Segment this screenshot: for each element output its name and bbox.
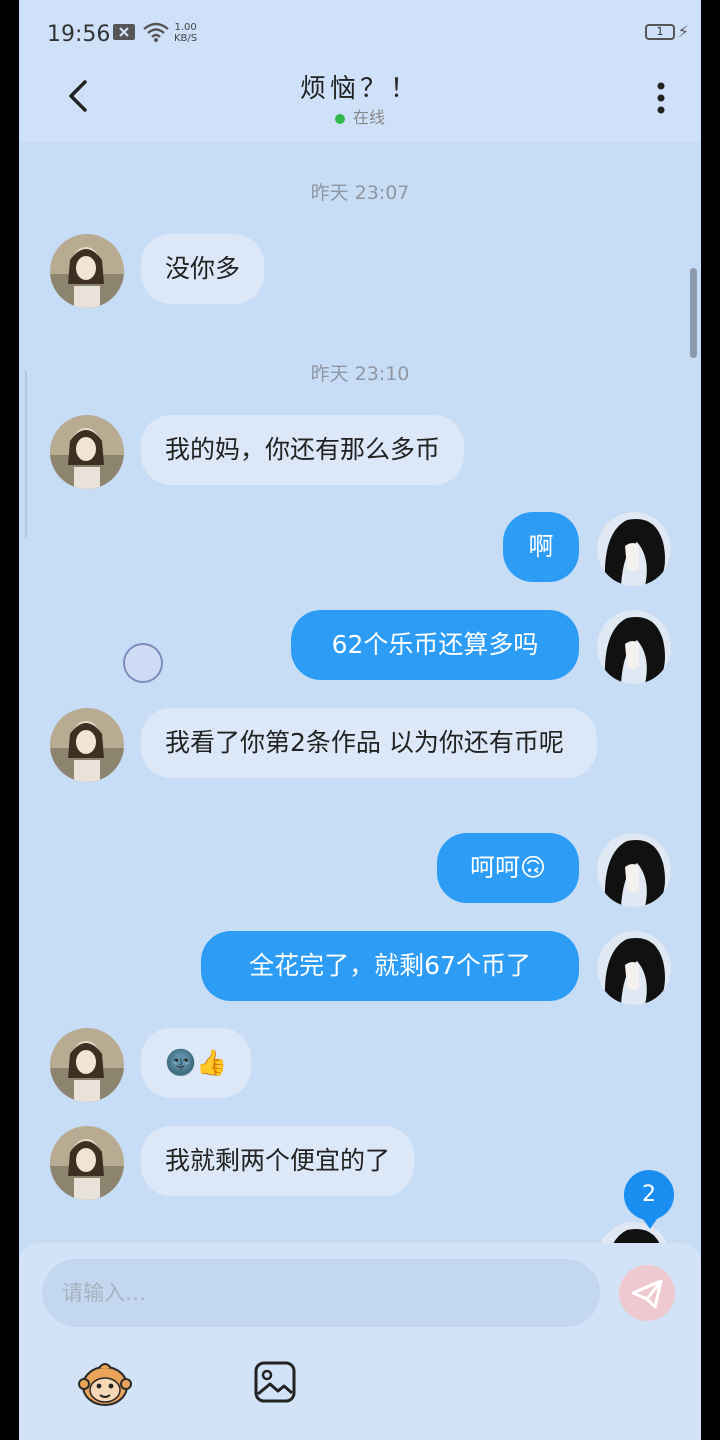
message-input[interactable] [42,1259,600,1327]
notification-x-icon [113,24,135,40]
message-out[interactable]: 呵呵🙃 [437,833,579,903]
online-status: 在线 [19,104,701,128]
monkey-emoji-icon [78,1363,132,1406]
my-avatar[interactable] [597,610,671,684]
more-icon[interactable] [651,78,671,118]
chat-screen: 19:56 1.00 KB/S 1 ⚡ 烦恼？！ 在线 昨天 23:07 没你多… [19,0,701,1440]
edge-panel-handle[interactable] [19,370,27,538]
message-out[interactable]: 62个乐币还算多吗 [291,610,579,680]
net-speed-value: 1.00 [174,22,197,33]
wifi-icon [143,22,169,42]
chat-header: 烦恼？！ 在线 [19,62,701,142]
sticker-button[interactable] [77,1358,133,1408]
send-button[interactable] [619,1265,675,1321]
status-time: 19:56 [47,22,111,47]
net-speed: 1.00 KB/S [174,22,197,44]
message-in[interactable]: 我看了你第2条作品 以为你还有币呢 [141,708,597,778]
contact-avatar[interactable] [50,1028,124,1102]
message-out[interactable]: 全花完了，就剩67个币了 [201,931,579,1001]
net-speed-unit: KB/S [174,33,198,44]
timestamp: 昨天 23:10 [310,363,410,385]
composer-bar [19,1243,701,1440]
touch-indicator [123,643,163,683]
online-dot [334,113,345,124]
message-in[interactable]: 我就剩两个便宜的了 [141,1126,415,1196]
send-icon [631,1279,663,1309]
message-list[interactable]: 昨天 23:07 没你多 昨天 23:10 我的妈，你还有那么多币 啊 62个乐… [19,142,701,1296]
image-icon [254,1361,296,1403]
my-avatar[interactable] [597,512,671,586]
scrollbar[interactable] [690,268,697,358]
message-in[interactable]: 没你多 [141,234,265,304]
timestamp: 昨天 23:07 [310,182,410,204]
battery-icon: 1 [645,24,675,40]
charging-icon: ⚡ [677,22,689,41]
contact-avatar[interactable] [50,234,124,308]
my-avatar[interactable] [597,931,671,1005]
contact-avatar[interactable] [50,708,124,782]
my-avatar[interactable] [597,833,671,907]
message-in[interactable]: 🌚👍 [141,1028,252,1098]
image-button[interactable] [247,1358,303,1408]
status-bar: 19:56 1.00 KB/S 1 ⚡ [19,0,701,62]
chat-title: 烦恼？！ [299,74,420,104]
online-label: 在线 [352,108,385,127]
contact-avatar[interactable] [50,1126,124,1200]
message-in[interactable]: 我的妈，你还有那么多币 [141,415,465,485]
message-out[interactable]: 啊 [503,512,579,582]
contact-avatar[interactable] [50,415,124,489]
unread-badge[interactable]: 2 [624,1170,674,1229]
